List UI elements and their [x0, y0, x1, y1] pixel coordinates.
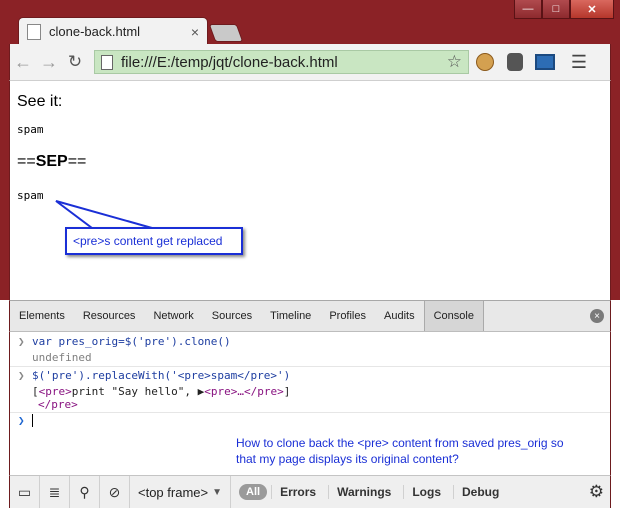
- console-result: undefined: [32, 351, 92, 364]
- filter-logs[interactable]: Logs: [403, 485, 449, 499]
- tab-resources[interactable]: Resources: [74, 301, 145, 331]
- minimize-button[interactable]: —: [514, 0, 542, 19]
- bookmark-star-icon[interactable]: ☆: [447, 52, 462, 72]
- menu-icon[interactable]: ☰: [565, 48, 593, 76]
- bracket-open: [: [32, 385, 39, 398]
- console-input-caret[interactable]: [32, 414, 33, 427]
- frame-selector[interactable]: <top frame> ▼: [130, 476, 232, 508]
- pre-tag-collapsed[interactable]: <pre>…</pre>: [204, 385, 283, 398]
- separator-text: ==SEP==: [17, 153, 86, 171]
- bracket-close: ]: [283, 385, 291, 398]
- console-command: $('pre').replaceWith('<pre>spam</pre>'): [32, 369, 291, 382]
- tab-profiles[interactable]: Profiles: [320, 301, 375, 331]
- pre-block-2: spam: [17, 189, 44, 202]
- monitor-icon[interactable]: [531, 48, 559, 76]
- page-content: See it: spam ==SEP== spam <pre>s content…: [9, 80, 611, 300]
- callout-pointer: [55, 200, 153, 229]
- tab-timeline[interactable]: Timeline: [261, 301, 320, 331]
- browser-window: — □ ✕ clone-back.html × ← → ↻ ☆ ☰ See it…: [0, 0, 620, 510]
- address-bar[interactable]: ☆: [94, 50, 469, 74]
- page-icon: [101, 54, 113, 70]
- sep-prefix: ==: [17, 153, 36, 170]
- clear-console-icon[interactable]: ⊘: [100, 476, 130, 508]
- new-tab-button[interactable]: [208, 24, 244, 42]
- console-input-line: ❯ var pres_orig=$('pre').clone(): [10, 335, 610, 349]
- pre-tag-close: </pre>: [38, 398, 78, 411]
- page-heading: See it:: [17, 93, 63, 110]
- annotation-question: How to clone back the <pre> content from…: [236, 436, 564, 466]
- show-drawer-icon[interactable]: ≣: [40, 476, 70, 508]
- back-icon[interactable]: ←: [10, 49, 36, 75]
- close-window-button[interactable]: ✕: [570, 0, 614, 19]
- divider: [10, 412, 610, 413]
- filter-errors[interactable]: Errors: [271, 485, 324, 499]
- browser-toolbar: ← → ↻ ☆ ☰: [9, 44, 611, 80]
- close-devtools-icon[interactable]: ×: [590, 309, 604, 323]
- dock-icon[interactable]: ▭: [10, 476, 40, 508]
- input-arrow-icon: ❯: [18, 369, 25, 382]
- tab-sources[interactable]: Sources: [203, 301, 261, 331]
- pre-tag-open: <pre>: [38, 385, 72, 398]
- tab-console[interactable]: Console: [423, 301, 484, 331]
- sep-bold: SEP: [35, 153, 68, 170]
- gear-icon[interactable]: ⚙: [589, 482, 604, 502]
- search-icon[interactable]: ⚲: [70, 476, 100, 508]
- devtools-panel: Elements Resources Network Sources Timel…: [0, 300, 620, 510]
- filter-all[interactable]: All: [239, 484, 268, 500]
- tab-network[interactable]: Network: [144, 301, 202, 331]
- console-input-line: ❯ $('pre').replaceWith('<pre>spam</pre>'…: [10, 369, 610, 383]
- reload-icon[interactable]: ↻: [62, 49, 88, 75]
- tab-elements[interactable]: Elements: [10, 301, 74, 331]
- console-command: var pres_orig=$('pre').clone(): [32, 335, 231, 348]
- tab-audits[interactable]: Audits: [375, 301, 424, 331]
- sep-suffix: ==: [67, 153, 87, 170]
- devtools-tabbar: Elements Resources Network Sources Timel…: [9, 300, 611, 332]
- maximize-button[interactable]: □: [542, 0, 570, 19]
- forward-icon[interactable]: →: [36, 49, 62, 75]
- window-controls: — □ ✕: [514, 0, 614, 20]
- devtools-statusbar: ▭ ≣ ⚲ ⊘ <top frame> ▼ All Errors Warning…: [9, 475, 611, 508]
- url-input[interactable]: [121, 53, 441, 71]
- evernote-icon[interactable]: [501, 48, 529, 76]
- page-icon: [27, 23, 41, 40]
- pre-text: print "Say hello",: [71, 385, 198, 398]
- console-output-line[interactable]: [<pre>print "Say hello", ▶<pre>…</pre>]: [10, 385, 610, 399]
- annotation-callout: <pre>s content get replaced: [65, 227, 243, 255]
- divider: [10, 366, 610, 367]
- browser-tab[interactable]: clone-back.html ×: [18, 17, 208, 45]
- tab-title: clone-back.html: [49, 24, 141, 39]
- frame-selector-label: <top frame>: [138, 484, 209, 500]
- cookie-icon[interactable]: [471, 48, 499, 76]
- filter-warnings[interactable]: Warnings: [328, 485, 399, 499]
- console-result-line: undefined: [10, 351, 610, 365]
- pre-block-1: spam: [17, 123, 44, 136]
- chevron-down-icon: ▼: [212, 486, 223, 498]
- input-arrow-icon: ❯: [18, 335, 25, 348]
- tab-close-icon[interactable]: ×: [191, 24, 199, 40]
- console-output-line: </pre>: [10, 398, 610, 412]
- console-prompt-icon: ❯: [18, 414, 25, 427]
- filter-debug[interactable]: Debug: [453, 485, 507, 499]
